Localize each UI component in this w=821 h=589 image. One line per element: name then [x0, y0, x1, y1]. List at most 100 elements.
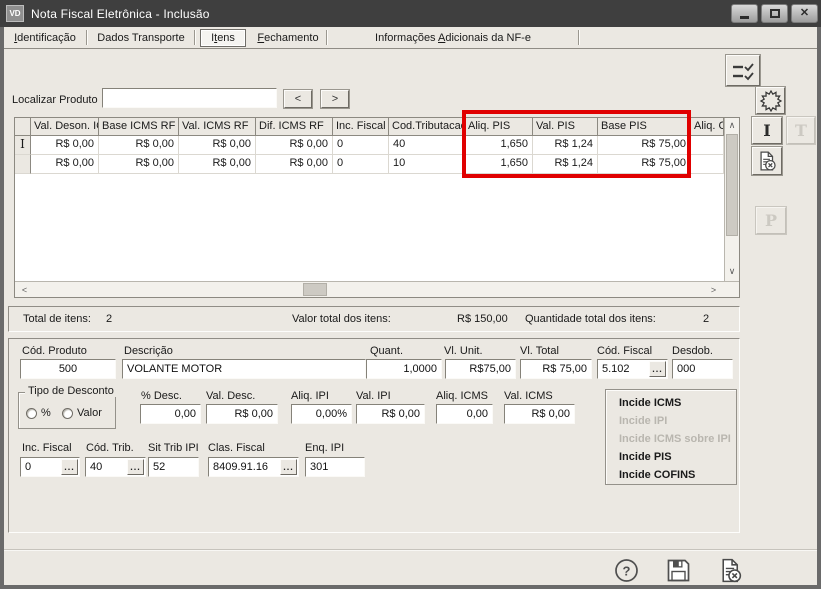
document-delete-icon [756, 150, 778, 172]
quant-field[interactable] [366, 359, 442, 379]
cell[interactable]: R$ 0,00 [31, 136, 99, 155]
cell[interactable]: 10 [389, 155, 465, 174]
val-ipi-field[interactable] [356, 404, 425, 424]
inc-fiscal-field[interactable]: 0 ... [20, 457, 80, 477]
sit-trib-ipi-label: Sit Trib IPI [148, 442, 199, 456]
maximize-icon [770, 9, 780, 18]
aliq-ipi-field[interactable] [291, 404, 352, 424]
tab-identificacao[interactable]: Identificação [4, 28, 86, 48]
desconto-percent-label: % [41, 407, 51, 419]
save-button[interactable] [664, 556, 692, 584]
radio-icon[interactable] [62, 408, 73, 419]
scroll-left-icon[interactable]: < [17, 282, 32, 297]
val-icms-field[interactable] [504, 404, 575, 424]
scroll-down-icon[interactable]: ∨ [725, 264, 739, 279]
cell[interactable]: 0 [333, 155, 389, 174]
close-button[interactable]: ✕ [791, 4, 818, 23]
title-bar: VD Nota Fiscal Eletrônica - Inclusão ✕ [0, 0, 821, 27]
grid-col-aliq-pis[interactable]: Aliq. PIS [465, 118, 533, 136]
aliq-icms-field[interactable] [436, 404, 493, 424]
grid-col-dif-icms-rf[interactable]: Dif. ICMS RF [256, 118, 333, 136]
val-desc-label: Val. Desc. [206, 390, 255, 404]
minimize-icon [740, 16, 749, 19]
vl-total-field[interactable] [520, 359, 592, 379]
seal-button[interactable] [756, 87, 785, 114]
prev-button[interactable]: < [284, 90, 312, 108]
vl-unit-label: Vl. Unit. [444, 345, 483, 359]
desconto-percent-option[interactable]: % [26, 407, 51, 419]
radio-icon[interactable] [26, 408, 37, 419]
cell[interactable]: 1,650 [465, 136, 533, 155]
grid-header-row: Val. Deson. IC Base ICMS RF Val. ICMS RF… [15, 118, 724, 136]
remove-item-button[interactable] [752, 147, 782, 175]
tab-informacoes-adicionais[interactable]: Informações Adicionais da NF-e [328, 28, 578, 48]
horizontal-scrollbar[interactable]: < > [15, 281, 739, 297]
minimize-button[interactable] [731, 4, 758, 23]
italic-button[interactable]: I [752, 117, 782, 144]
val-desc-field[interactable] [206, 404, 278, 424]
cod-produto-field[interactable] [20, 359, 116, 379]
grid-col-val-pis[interactable]: Val. PIS [533, 118, 598, 136]
scroll-up-icon[interactable]: ∧ [725, 118, 739, 133]
row-indicator [15, 155, 31, 174]
clas-fiscal-field[interactable]: 8409.91.16 ... [208, 457, 299, 477]
cell[interactable]: 40 [389, 136, 465, 155]
vertical-scrollbar[interactable]: ∧ ∨ [724, 118, 739, 281]
maximize-button[interactable] [761, 4, 788, 23]
grid-col-inc-fiscal[interactable]: Inc. Fiscal [333, 118, 389, 136]
table-row[interactable]: R$ 0,00 R$ 0,00 R$ 0,00 R$ 0,00 0 10 1,6… [15, 155, 724, 174]
sit-trib-ipi-field[interactable] [148, 457, 199, 477]
vl-unit-field[interactable] [445, 359, 516, 379]
cod-trib-field[interactable]: 40 ... [85, 457, 146, 477]
window-border-bottom [0, 585, 821, 589]
grid-col-base-icms-rf[interactable]: Base ICMS RF [99, 118, 179, 136]
tab-dados-transporte[interactable]: Dados Transporte [88, 28, 194, 48]
cancel-button[interactable] [716, 556, 744, 584]
tab-itens[interactable]: Itens [200, 29, 246, 47]
cell[interactable]: 0 [333, 136, 389, 155]
search-label: Localizar Produto [12, 94, 98, 108]
burst-star-icon [759, 90, 783, 112]
cell[interactable]: R$ 0,00 [31, 155, 99, 174]
scroll-thumb[interactable] [726, 134, 738, 236]
cell[interactable]: R$ 1,24 [533, 136, 598, 155]
val-ipi-label: Val. IPI [356, 390, 391, 404]
next-button[interactable]: > [321, 90, 349, 108]
perc-desc-field[interactable] [140, 404, 201, 424]
cod-trib-lookup-button[interactable]: ... [127, 459, 144, 475]
clas-fiscal-lookup-button[interactable]: ... [280, 459, 297, 475]
cod-fiscal-lookup-button[interactable]: ... [649, 361, 666, 377]
search-input[interactable] [102, 88, 277, 108]
table-row[interactable]: I R$ 0,00 R$ 0,00 R$ 0,00 R$ 0,00 0 40 1… [15, 136, 724, 155]
descricao-field[interactable] [122, 359, 366, 379]
inc-fiscal-lookup-button[interactable]: ... [61, 459, 78, 475]
cell[interactable] [691, 155, 724, 174]
app-icon: VD [6, 5, 24, 22]
grid-col-cod-tributacao[interactable]: Cod.Tributacao [389, 118, 465, 136]
cell[interactable]: R$ 0,00 [256, 155, 333, 174]
cell[interactable]: 1,650 [465, 155, 533, 174]
cell[interactable]: R$ 0,00 [99, 155, 179, 174]
grid-col-val-icms-rf[interactable]: Val. ICMS RF [179, 118, 256, 136]
scroll-thumb[interactable] [303, 283, 327, 296]
enq-ipi-field[interactable] [305, 457, 365, 477]
cell[interactable]: R$ 75,00 [598, 136, 691, 155]
cell[interactable]: R$ 0,00 [179, 136, 256, 155]
cod-fiscal-label: Cód. Fiscal [597, 345, 652, 359]
cell[interactable]: R$ 0,00 [179, 155, 256, 174]
desconto-valor-option[interactable]: Valor [62, 407, 102, 419]
tab-fechamento[interactable]: Fechamento [250, 28, 326, 48]
help-button[interactable]: ? [612, 556, 640, 584]
desdob-field[interactable] [672, 359, 733, 379]
cell[interactable] [691, 136, 724, 155]
cell[interactable]: R$ 75,00 [598, 155, 691, 174]
cell[interactable]: R$ 0,00 [256, 136, 333, 155]
cell[interactable]: R$ 0,00 [99, 136, 179, 155]
grid-col-base-pis[interactable]: Base PIS [598, 118, 691, 136]
grid-col-val-deson[interactable]: Val. Deson. IC [31, 118, 99, 136]
scroll-right-icon[interactable]: > [706, 282, 721, 297]
grid-col-aliq-cofins[interactable]: Aliq. C [691, 118, 724, 136]
cod-fiscal-field[interactable]: 5.102 ... [597, 359, 668, 379]
cell[interactable]: R$ 1,24 [533, 155, 598, 174]
check-items-button[interactable] [726, 55, 760, 86]
